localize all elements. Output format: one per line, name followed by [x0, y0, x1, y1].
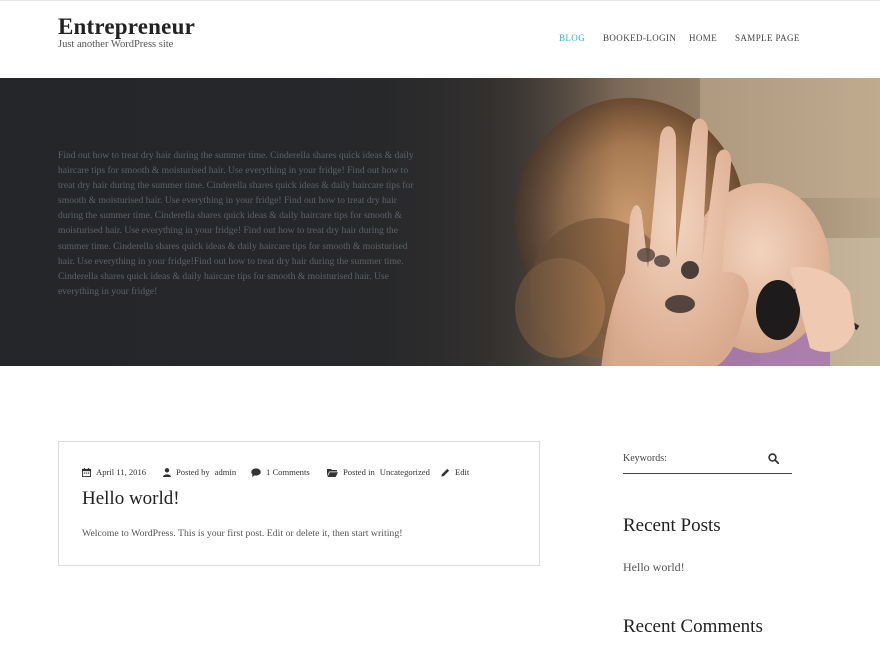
post-author-prefix: Posted by	[176, 467, 210, 477]
hero-text: Find out how to treat dry hair during th…	[58, 150, 414, 297]
comment-icon	[251, 467, 261, 477]
post-card: April 11, 2016 Posted by admin 1 Comment…	[58, 441, 540, 566]
post-author: Posted by admin	[163, 467, 236, 477]
post-edit[interactable]: Edit	[441, 467, 469, 477]
post-date-text: April 11, 2016	[96, 467, 147, 477]
nav-item-booked-login[interactable]: BOOKED-LOGIN	[603, 33, 676, 43]
post-edit-link[interactable]: Edit	[455, 467, 469, 477]
post-category-link[interactable]: Uncategorized	[380, 467, 430, 477]
post-author-link[interactable]: admin	[215, 467, 236, 477]
post-excerpt: Welcome to WordPress. This is your first…	[82, 528, 403, 539]
search-form	[623, 445, 792, 474]
nav-item-home[interactable]: HOME	[689, 33, 717, 43]
calendar-icon	[82, 467, 91, 477]
post-date: April 11, 2016	[82, 467, 146, 477]
post-category: Posted in Uncategorized	[327, 467, 430, 477]
post-comments-link[interactable]: 1 Comments	[266, 467, 310, 477]
search-icon[interactable]	[768, 451, 780, 465]
folder-icon	[327, 468, 338, 477]
search-input[interactable]	[623, 449, 763, 467]
recent-posts-title: Recent Posts	[623, 515, 721, 536]
post-category-prefix: Posted in	[343, 467, 375, 477]
nav-item-sample-page[interactable]: SAMPLE PAGE	[735, 33, 800, 43]
recent-post-link[interactable]: Hello world!	[623, 560, 685, 575]
hero-banner: Find out how to treat dry hair during th…	[0, 78, 880, 366]
nav-item-blog[interactable]: BLOG	[559, 33, 585, 43]
main-nav: BLOG BOOKED-LOGIN HOME SAMPLE PAGE	[0, 33, 880, 47]
top-border	[0, 0, 880, 1]
pencil-icon	[441, 468, 450, 477]
user-icon	[163, 467, 171, 477]
recent-comments-title: Recent Comments	[623, 616, 763, 637]
post-title[interactable]: Hello world!	[82, 488, 180, 510]
post-comments: 1 Comments	[251, 467, 310, 477]
